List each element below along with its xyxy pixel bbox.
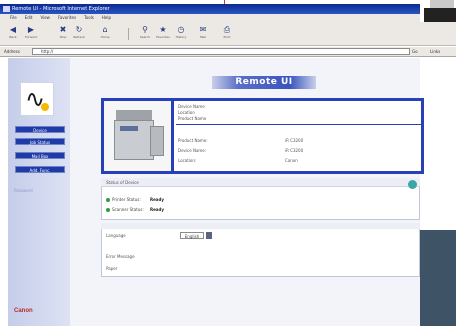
language-select[interactable]: English [180,232,204,239]
window-titlebar: Remote UI - Microsoft Internet Explorer [0,4,420,14]
device-product-line: Product Name [178,116,207,121]
remote-ui-logo: ∿ [20,82,54,116]
search-button[interactable]: ⚲ Search [138,26,152,42]
paper-label: Paper [106,266,118,271]
back-icon: ◀ [9,25,17,34]
address-bar: Address http:// Go Links [0,47,456,57]
browser-toolbar: ◀ Back ▶ Forward ✖ Stop ↻ Refresh ⌂ Home ⚲ Sea… [0,22,456,46]
ie-icon [3,6,10,12]
search-icon: ⚲ [142,25,148,34]
device-name-line: Device Name [178,104,205,109]
favorites-button[interactable]: ★ Favorites [156,26,170,42]
logo-dot [41,103,49,111]
device-location-line: Location [178,110,195,115]
history-icon: ◷ [177,25,185,34]
sidebar-item-add-func[interactable]: Add. Func. [15,166,65,173]
status-panel-title: Status of Device [106,180,139,185]
home-icon: ⌂ [102,25,108,34]
device-row-value: Canon [285,158,298,163]
refresh-icon: ↻ [75,25,83,34]
canon-logo: Canon [14,308,33,314]
menu-bar: File Edit View Favorites Tools Help [0,14,420,22]
copier-control-panel [120,126,138,131]
copier-scanner [116,110,152,120]
scanner-status-led [106,208,110,212]
device-row-value: iR C3200 [285,148,304,153]
device-row-label: Device Name: [178,148,207,153]
home-button[interactable]: ⌂ Home [98,26,112,42]
status-panel-header: Status of Device [101,178,420,187]
info-panel [101,223,420,277]
device-row-label: Location: [178,158,197,163]
window-title: Remote UI - Microsoft Internet Explorer [12,6,110,12]
scanner-status-label: Scanner Status: [112,207,144,212]
mail-button[interactable]: ✉ Mail [196,26,210,42]
device-info-divider [176,124,422,125]
sidebar-link-password[interactable]: Password [14,188,33,193]
star-icon: ★ [159,25,167,34]
forward-icon: ▶ [27,25,35,34]
stop-button[interactable]: ✖ Stop [56,26,70,42]
toolbar-divider [128,28,129,40]
printer-status-label: Printer Status: [112,197,141,202]
printer-status-led [106,198,110,202]
window-controls[interactable] [424,8,456,22]
links-button[interactable]: Links [430,48,452,55]
stop-icon: ✖ [59,25,67,34]
print-icon: ⎙ [223,25,231,34]
history-button[interactable]: ◷ History [174,26,188,42]
go-button[interactable]: Go [412,48,428,55]
sidebar-item-job-status[interactable]: Job Status [15,138,65,145]
menu-edit[interactable]: Edit [25,14,33,22]
print-button[interactable]: ⎙ Print [220,26,234,42]
info-panel-header [101,223,420,229]
scanner-status-value: Ready [150,207,164,212]
menu-file[interactable]: File [10,14,17,22]
status-refresh-icon[interactable] [408,180,417,189]
menu-help[interactable]: Help [102,14,111,22]
sidebar-item-device[interactable]: Device [15,126,65,133]
sidebar-item-mail-box[interactable]: Mail Box [15,152,65,159]
menu-view[interactable]: View [40,14,50,22]
back-button[interactable]: ◀ Back [6,26,20,42]
address-input[interactable]: http:// [32,48,410,55]
menu-favorites[interactable]: Favorites [58,14,76,22]
forward-button[interactable]: ▶ Forward [24,26,38,42]
device-row-label: Product Name: [178,138,208,143]
language-dropdown-icon[interactable] [206,232,212,239]
address-label: Address [4,49,20,54]
copier-finisher [150,126,164,156]
menu-tools[interactable]: Tools [84,14,94,22]
device-info-area [178,101,421,171]
error-message-label: Error Message [106,254,135,259]
language-label: Language [106,233,126,238]
page-title: Remote UI [212,76,316,89]
refresh-button[interactable]: ↻ Refresh [72,26,86,42]
device-row-value: iR C3200 [285,138,304,143]
mail-icon: ✉ [199,25,207,34]
desktop-panel [420,230,456,326]
printer-status-value: Ready [150,197,164,202]
